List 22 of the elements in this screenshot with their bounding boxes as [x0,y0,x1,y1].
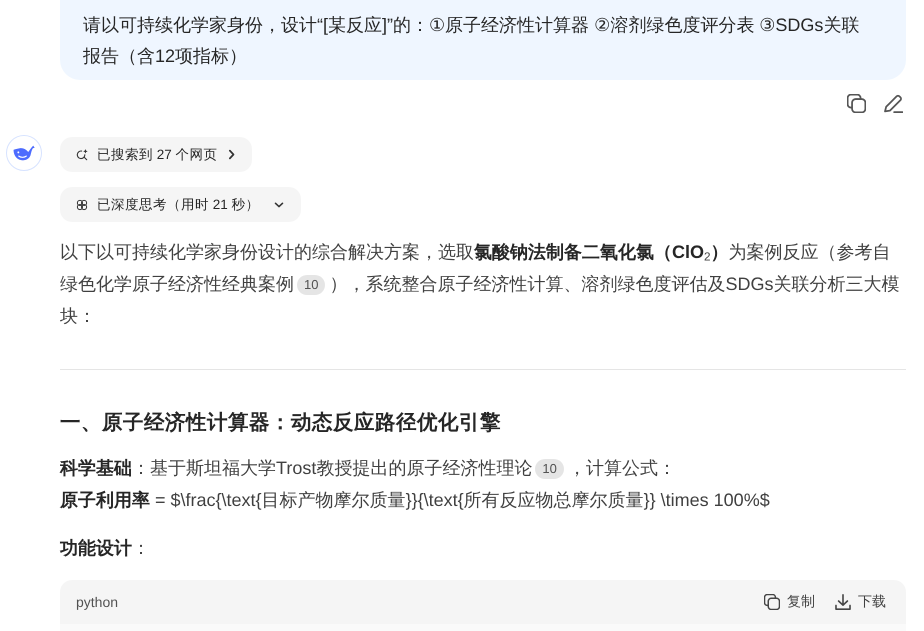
search-sparkle-icon [76,148,88,160]
edit-icon[interactable] [884,94,903,113]
whale-icon [6,135,42,171]
code-language-label: python [76,594,118,610]
chevron-down-icon [274,202,284,208]
formula-text: 原子利用率 = $\frac{\text{目标产物摩尔质量}}{\text{所有反应物总摩尔质量}} \times 100%$ [60,489,771,512]
intro-paragraph: 以下以可持续化学家身份设计的综合解决方案，选取氯酸钠法制备二氧化氯（ClO$_{2}$）为案例反应（参考自绿色化学原子经济性经典案例 10 ），系统整合原子经济性计算、溶剂绿色度评估及SDGs关联分析三大模块： [60,241,900,328]
download-code-button[interactable]: 下载 [835,593,886,611]
copy-icon [764,594,780,610]
user-message: 请以可持续化学家身份，设计“[某反应]”的：①原子经济性计算器 ②溶剂绿色度评分表 ③SDGs关联报告（含12项指标） [60,0,906,80]
section-heading: 一、原子经济性计算器：动态反应路径优化引擎 [60,410,501,436]
deep-thinking-button[interactable]: 已深度思考（用时 21 秒） [60,187,301,222]
citation-link[interactable]: 10 [297,275,326,295]
design-label: 功能设计： [60,537,151,560]
copy-code-button[interactable]: 复制 [764,593,815,611]
download-icon [835,594,851,610]
citation-link[interactable]: 10 [535,459,564,479]
chevron-right-icon [228,149,235,160]
quatrefoil-icon [76,198,88,210]
copy-icon[interactable] [847,94,866,113]
search-results-button[interactable]: 已搜索到 27 个网页 [60,137,252,172]
science-basis-text: 科学基础：基于斯坦福大学Trost教授提出的原子经济性理论 10 ，计算公式： [60,457,677,481]
